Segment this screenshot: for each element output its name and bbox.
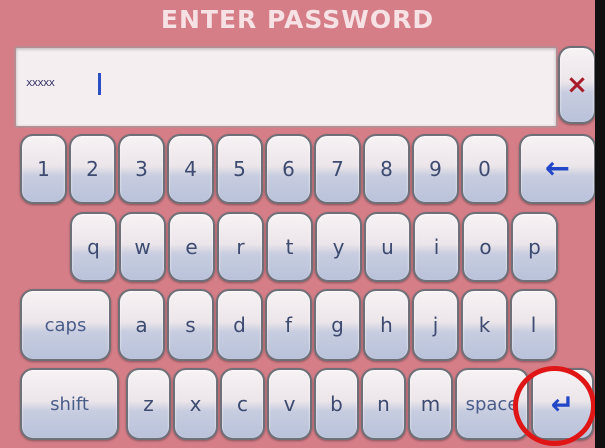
key-label: a <box>135 313 148 337</box>
screen-title: ENTER PASSWORD <box>160 5 435 34</box>
key-g[interactable]: g <box>314 289 361 361</box>
key-e[interactable]: e <box>168 212 215 282</box>
key-label: h <box>380 313 393 337</box>
key-label: q <box>87 235 100 259</box>
device-bezel <box>595 0 605 448</box>
key-p[interactable]: p <box>511 212 558 282</box>
key-label: u <box>381 235 394 259</box>
key-0[interactable]: 0 <box>461 134 508 204</box>
enter-return-icon: ↵ <box>550 387 575 421</box>
enter-button[interactable]: ↵ <box>531 368 594 440</box>
key-label: t <box>285 235 294 259</box>
key-7[interactable]: 7 <box>314 134 361 204</box>
key-b[interactable]: b <box>314 368 359 440</box>
key-r[interactable]: r <box>217 212 264 282</box>
key-label: e <box>185 235 198 259</box>
close-icon: × <box>566 70 588 100</box>
key-x[interactable]: x <box>173 368 218 440</box>
password-screen: ENTER PASSWORD xxxxx × 1 2 3 4 5 6 7 8 9… <box>0 0 605 448</box>
key-label: r <box>236 235 245 259</box>
key-label: c <box>237 392 248 416</box>
key-j[interactable]: j <box>412 289 459 361</box>
key-q[interactable]: q <box>70 212 117 282</box>
key-t[interactable]: t <box>266 212 313 282</box>
key-h[interactable]: h <box>363 289 410 361</box>
key-label: 8 <box>380 157 393 181</box>
key-n[interactable]: n <box>361 368 406 440</box>
key-k[interactable]: k <box>461 289 508 361</box>
key-3[interactable]: 3 <box>118 134 165 204</box>
key-label: o <box>479 235 492 259</box>
key-u[interactable]: u <box>364 212 411 282</box>
key-s[interactable]: s <box>167 289 214 361</box>
key-v[interactable]: v <box>267 368 312 440</box>
key-label: 4 <box>184 157 197 181</box>
key-2[interactable]: 2 <box>69 134 116 204</box>
backspace-arrow-icon: ← <box>544 151 571 186</box>
text-caret <box>98 73 101 95</box>
key-6[interactable]: 6 <box>265 134 312 204</box>
key-w[interactable]: w <box>119 212 166 282</box>
clear-button[interactable]: × <box>558 46 596 124</box>
caps-label: caps <box>44 314 87 336</box>
key-label: 3 <box>135 157 148 181</box>
key-label: p <box>528 235 541 259</box>
key-a[interactable]: a <box>118 289 165 361</box>
key-label: 2 <box>86 157 99 181</box>
key-o[interactable]: o <box>462 212 509 282</box>
key-label: 1 <box>37 157 50 181</box>
key-label: s <box>185 313 196 337</box>
key-label: n <box>377 392 390 416</box>
key-y[interactable]: y <box>315 212 362 282</box>
key-label: y <box>332 235 345 259</box>
key-label: 0 <box>478 157 491 181</box>
key-label: m <box>420 392 441 416</box>
key-label: x <box>189 392 202 416</box>
key-5[interactable]: 5 <box>216 134 263 204</box>
key-d[interactable]: d <box>216 289 263 361</box>
key-label: j <box>432 313 439 337</box>
key-label: z <box>143 392 154 416</box>
key-8[interactable]: 8 <box>363 134 410 204</box>
key-label: f <box>284 313 293 337</box>
key-label: v <box>283 392 296 416</box>
key-m[interactable]: m <box>408 368 453 440</box>
key-label: 9 <box>429 157 442 181</box>
key-f[interactable]: f <box>265 289 312 361</box>
key-label: 7 <box>331 157 344 181</box>
key-z[interactable]: z <box>126 368 171 440</box>
key-label: 5 <box>233 157 246 181</box>
key-label: g <box>331 313 344 337</box>
key-label: l <box>530 313 537 337</box>
key-4[interactable]: 4 <box>167 134 214 204</box>
key-label: k <box>478 313 491 337</box>
key-c[interactable]: c <box>220 368 265 440</box>
shift-button[interactable]: shift <box>20 368 119 440</box>
shift-label: shift <box>50 393 89 415</box>
key-label: b <box>330 392 343 416</box>
key-9[interactable]: 9 <box>412 134 459 204</box>
key-label: i <box>433 235 440 259</box>
space-label: space <box>465 393 519 415</box>
backspace-button[interactable]: ← <box>519 134 596 204</box>
key-1[interactable]: 1 <box>20 134 67 204</box>
key-l[interactable]: l <box>510 289 557 361</box>
password-field[interactable]: xxxxx <box>14 46 558 128</box>
key-i[interactable]: i <box>413 212 460 282</box>
key-label: d <box>233 313 246 337</box>
key-label: 6 <box>282 157 295 181</box>
password-masked-value: xxxxx <box>26 76 55 89</box>
caps-button[interactable]: caps <box>20 289 111 361</box>
space-button[interactable]: space <box>455 368 529 440</box>
key-label: w <box>134 235 151 259</box>
